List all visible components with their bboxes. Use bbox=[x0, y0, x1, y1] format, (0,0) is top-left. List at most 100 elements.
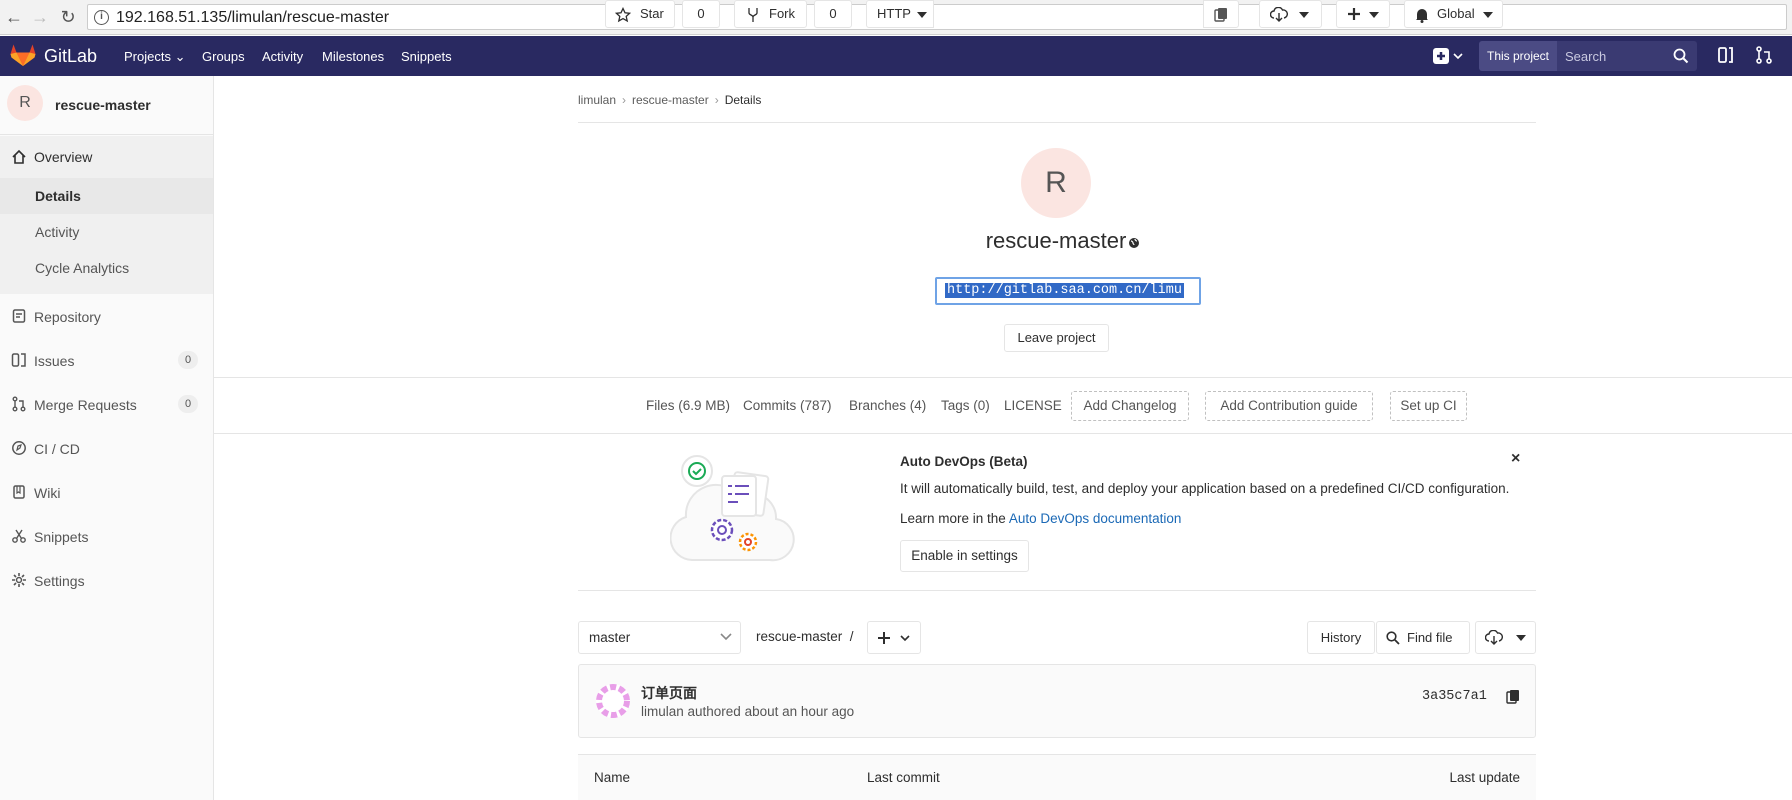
sidebar-item-ci-cd[interactable]: CI / CD bbox=[0, 434, 213, 464]
download-dropdown[interactable] bbox=[1259, 0, 1322, 28]
divider bbox=[214, 377, 1792, 378]
commit-message[interactable]: 订单页面 bbox=[641, 683, 697, 703]
find-file-button[interactable]: Find file bbox=[1376, 621, 1470, 654]
fork-icon bbox=[746, 7, 760, 23]
nav-activity[interactable]: Activity bbox=[262, 49, 303, 64]
breadcrumb-current[interactable]: Details bbox=[725, 93, 762, 107]
clone-url-input[interactable]: http://gitlab.saa.com.cn/limu bbox=[935, 277, 1201, 305]
globe-icon bbox=[1128, 237, 1140, 249]
auto-devops-description: It will automatically build, test, and d… bbox=[900, 481, 1510, 496]
divider bbox=[578, 590, 1536, 591]
star-label: Star bbox=[640, 6, 664, 21]
star-count[interactable]: 0 bbox=[682, 0, 720, 28]
breadcrumb-item[interactable]: limulan bbox=[578, 93, 616, 107]
auto-devops-docs-link[interactable]: Auto DevOps documentation bbox=[1009, 511, 1182, 526]
commit-sha[interactable]: 3a35c7a1 bbox=[1422, 689, 1487, 704]
search-placeholder: Search bbox=[1565, 49, 1607, 64]
forward-icon[interactable]: → bbox=[30, 7, 50, 27]
address-bar[interactable]: i 192.168.51.135/limulan/rescue-master bbox=[87, 4, 1787, 30]
last-commit-panel: 订单页面 limulan authored about an hour ago … bbox=[578, 664, 1536, 738]
protocol-dropdown[interactable]: HTTP bbox=[866, 0, 934, 28]
top-navbar: GitLab Projects ⌄ Groups Activity Milest… bbox=[0, 36, 1792, 76]
download-tree-dropdown[interactable] bbox=[1475, 621, 1536, 654]
sidebar-item-issues[interactable]: Issues 0 bbox=[0, 346, 213, 376]
caret-down-icon bbox=[1516, 635, 1526, 641]
back-icon[interactable]: ← bbox=[4, 7, 24, 27]
sidebar-project-name: rescue-master bbox=[55, 97, 151, 113]
breadcrumb-item[interactable]: rescue-master bbox=[632, 93, 709, 107]
fork-label: Fork bbox=[769, 6, 795, 21]
sidebar-item-label: Snippets bbox=[34, 529, 89, 545]
chevron-down-icon bbox=[900, 635, 910, 642]
add-contribution-guide-button[interactable]: Add Contribution guide bbox=[1205, 391, 1373, 421]
license-link[interactable]: LICENSE bbox=[1004, 398, 1062, 413]
sidebar-item-label: Issues bbox=[34, 353, 75, 369]
sidebar-item-cycle-analytics[interactable]: Cycle Analytics bbox=[35, 260, 129, 276]
reload-icon[interactable]: ↻ bbox=[58, 7, 78, 27]
new-dropdown-icon[interactable] bbox=[1431, 44, 1465, 68]
add-to-tree-dropdown[interactable] bbox=[867, 621, 921, 654]
notification-dropdown[interactable]: Global bbox=[1404, 0, 1503, 28]
plus-icon bbox=[1347, 7, 1361, 21]
nav-snippets[interactable]: Snippets bbox=[401, 49, 452, 64]
enable-in-settings-button[interactable]: Enable in settings bbox=[900, 540, 1029, 572]
caret-down-icon bbox=[917, 12, 927, 18]
star-button[interactable]: Star bbox=[605, 0, 675, 28]
files-link[interactable]: Files (6.9 MB) bbox=[646, 398, 730, 413]
commits-link[interactable]: Commits (787) bbox=[743, 398, 832, 413]
info-icon[interactable]: i bbox=[94, 10, 109, 25]
branch-select[interactable]: master bbox=[578, 621, 741, 654]
fork-count[interactable]: 0 bbox=[814, 0, 852, 28]
rocket-icon bbox=[11, 440, 27, 456]
fork-button[interactable]: Fork bbox=[734, 0, 807, 28]
chevron-right-icon: › bbox=[622, 93, 627, 107]
nav-groups[interactable]: Groups bbox=[202, 49, 245, 64]
gitlab-logo-icon[interactable] bbox=[10, 43, 36, 67]
issues-icon[interactable] bbox=[1717, 46, 1735, 64]
learn-more-prefix: Learn more in the bbox=[900, 511, 1009, 526]
nav-projects[interactable]: Projects ⌄ bbox=[124, 49, 185, 65]
commit-author-avatar[interactable] bbox=[595, 683, 631, 719]
close-icon[interactable]: × bbox=[1511, 450, 1520, 468]
search-input[interactable]: Search bbox=[1557, 41, 1697, 71]
find-file-label: Find file bbox=[1407, 630, 1453, 645]
auto-devops-title: Auto DevOps (Beta) bbox=[900, 454, 1028, 469]
history-button[interactable]: History bbox=[1307, 621, 1375, 654]
sidebar-project-header[interactable]: R rescue-master bbox=[0, 76, 213, 135]
tags-link[interactable]: Tags (0) bbox=[941, 398, 990, 413]
gitlab-brand[interactable]: GitLab bbox=[44, 46, 97, 67]
sidebar-item-label: Repository bbox=[34, 309, 101, 325]
sidebar-item-snippets[interactable]: Snippets bbox=[0, 522, 213, 552]
cloud-download-icon bbox=[1485, 630, 1503, 646]
search-scope-label[interactable]: This project bbox=[1479, 41, 1557, 71]
caret-down-icon bbox=[1369, 12, 1379, 18]
chevron-down-icon bbox=[720, 633, 732, 641]
sidebar-item-repository[interactable]: Repository bbox=[0, 302, 213, 332]
branches-link[interactable]: Branches (4) bbox=[849, 398, 926, 413]
sidebar-submenu bbox=[0, 214, 213, 294]
copy-url-button[interactable] bbox=[1203, 0, 1239, 28]
merge-request-icon[interactable] bbox=[1755, 46, 1773, 64]
cloud-download-icon bbox=[1270, 7, 1288, 23]
setup-ci-button[interactable]: Set up CI bbox=[1390, 391, 1467, 421]
project-stats-bar: Files (6.9 MB) Commits (787) Branches (4… bbox=[214, 390, 1792, 422]
sidebar-item-settings[interactable]: Settings bbox=[0, 566, 213, 596]
add-dropdown[interactable] bbox=[1336, 0, 1390, 28]
sidebar-item-wiki[interactable]: Wiki bbox=[0, 478, 213, 508]
project-sidebar: R rescue-master Overview Details Activit… bbox=[0, 76, 214, 800]
caret-down-icon bbox=[1483, 12, 1493, 18]
leave-project-button[interactable]: Leave project bbox=[1004, 324, 1109, 352]
clone-url-text: http://gitlab.saa.com.cn/limu bbox=[945, 283, 1184, 298]
search-icon[interactable] bbox=[1673, 48, 1689, 64]
sidebar-item-overview[interactable]: Overview bbox=[0, 136, 213, 178]
repo-path-root[interactable]: rescue-master bbox=[756, 629, 842, 644]
nav-milestones[interactable]: Milestones bbox=[322, 49, 384, 64]
search-icon bbox=[1386, 631, 1400, 645]
sidebar-item-merge-requests[interactable]: Merge Requests 0 bbox=[0, 390, 213, 420]
add-changelog-button[interactable]: Add Changelog bbox=[1071, 391, 1189, 421]
plus-icon bbox=[877, 631, 891, 645]
sidebar-item-activity[interactable]: Activity bbox=[35, 224, 79, 240]
clipboard-icon[interactable] bbox=[1506, 689, 1520, 705]
repo-path: rescue-master / bbox=[756, 629, 854, 644]
sidebar-item-details[interactable]: Details bbox=[0, 178, 213, 214]
